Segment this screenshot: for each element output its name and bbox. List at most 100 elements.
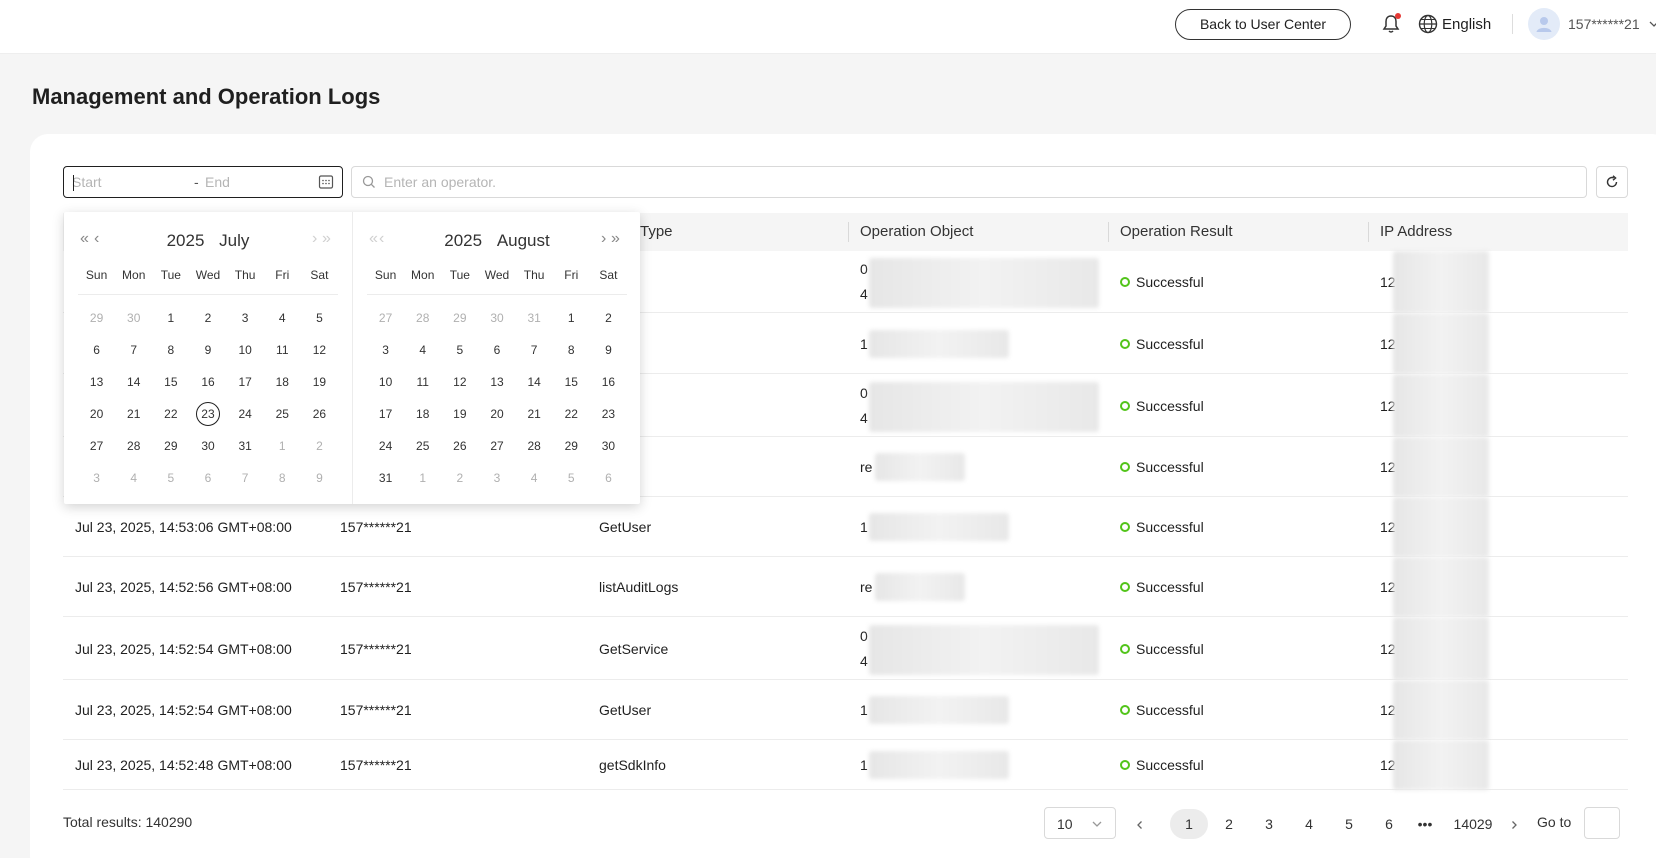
- calendar-day[interactable]: 7: [115, 334, 152, 366]
- calendar-day[interactable]: 6: [590, 462, 627, 494]
- page-4[interactable]: 4: [1290, 809, 1328, 839]
- calendar-day[interactable]: 7: [227, 462, 264, 494]
- calendar-day[interactable]: 15: [553, 366, 590, 398]
- calendar-day[interactable]: 4: [516, 462, 553, 494]
- calendar-day[interactable]: 10: [227, 334, 264, 366]
- calendar-day[interactable]: 27: [78, 430, 115, 462]
- next-page-icon[interactable]: [1504, 809, 1524, 839]
- goto-page-input[interactable]: [1584, 807, 1620, 839]
- calendar-day[interactable]: 26: [301, 398, 338, 430]
- calendar-day[interactable]: 4: [115, 462, 152, 494]
- calendar-month[interactable]: July: [219, 231, 249, 250]
- refresh-button[interactable]: [1596, 166, 1628, 198]
- calendar-day[interactable]: 6: [78, 334, 115, 366]
- calendar-day[interactable]: 2: [301, 430, 338, 462]
- calendar-day[interactable]: 5: [301, 302, 338, 334]
- calendar-day[interactable]: 30: [590, 430, 627, 462]
- calendar-day[interactable]: 11: [404, 366, 441, 398]
- next-month-icon[interactable]: ›: [312, 230, 318, 248]
- calendar-day[interactable]: 9: [590, 334, 627, 366]
- calendar-day[interactable]: 6: [189, 462, 226, 494]
- operator-search-input[interactable]: [384, 172, 1574, 192]
- next-month-icon[interactable]: ›: [601, 230, 607, 248]
- calendar-day[interactable]: 23: [590, 398, 627, 430]
- calendar-icon[interactable]: [318, 174, 334, 190]
- calendar-day[interactable]: 8: [264, 462, 301, 494]
- calendar-day[interactable]: 24: [367, 430, 404, 462]
- page-2[interactable]: 2: [1210, 809, 1248, 839]
- calendar-day[interactable]: 29: [441, 302, 478, 334]
- calendar-day[interactable]: 11: [264, 334, 301, 366]
- last-page[interactable]: 14029: [1448, 809, 1498, 839]
- calendar-day[interactable]: 19: [301, 366, 338, 398]
- calendar-day[interactable]: 31: [516, 302, 553, 334]
- calendar-day[interactable]: 1: [264, 430, 301, 462]
- calendar-day[interactable]: 1: [152, 302, 189, 334]
- calendar-day[interactable]: 25: [264, 398, 301, 430]
- operator-search[interactable]: [351, 166, 1587, 198]
- calendar-day[interactable]: 27: [478, 430, 515, 462]
- calendar-day[interactable]: 30: [189, 430, 226, 462]
- calendar-day[interactable]: 30: [115, 302, 152, 334]
- calendar-day[interactable]: 10: [367, 366, 404, 398]
- calendar-day[interactable]: 31: [227, 430, 264, 462]
- calendar-day[interactable]: 30: [478, 302, 515, 334]
- calendar-day[interactable]: 2: [441, 462, 478, 494]
- calendar-day[interactable]: 2: [189, 302, 226, 334]
- calendar-day[interactable]: 16: [189, 366, 226, 398]
- calendar-day[interactable]: 17: [367, 398, 404, 430]
- page-5[interactable]: 5: [1330, 809, 1368, 839]
- next-year-icon[interactable]: »: [611, 230, 620, 248]
- calendar-day[interactable]: 5: [553, 462, 590, 494]
- calendar-day[interactable]: 28: [404, 302, 441, 334]
- more-pages-ellipsis[interactable]: •••: [1410, 809, 1440, 839]
- calendar-day[interactable]: 20: [78, 398, 115, 430]
- calendar-day[interactable]: 24: [227, 398, 264, 430]
- page-size-select[interactable]: 10: [1044, 807, 1116, 839]
- calendar-day[interactable]: 25: [404, 430, 441, 462]
- calendar-day[interactable]: 18: [264, 366, 301, 398]
- calendar-day[interactable]: 3: [367, 334, 404, 366]
- calendar-day[interactable]: 9: [301, 462, 338, 494]
- calendar-day[interactable]: 28: [516, 430, 553, 462]
- user-menu[interactable]: 157******21: [1528, 8, 1656, 40]
- calendar-day[interactable]: 31: [367, 462, 404, 494]
- calendar-day[interactable]: 20: [478, 398, 515, 430]
- calendar-day[interactable]: 8: [553, 334, 590, 366]
- date-range-picker[interactable]: Start - End: [63, 166, 343, 198]
- calendar-day[interactable]: 3: [478, 462, 515, 494]
- page-1-active[interactable]: 1: [1170, 809, 1208, 839]
- calendar-day[interactable]: 12: [301, 334, 338, 366]
- calendar-day[interactable]: 18: [404, 398, 441, 430]
- calendar-day[interactable]: 4: [404, 334, 441, 366]
- calendar-month[interactable]: August: [497, 231, 550, 250]
- prev-page-icon[interactable]: [1130, 809, 1150, 839]
- language-switcher[interactable]: English: [1418, 12, 1491, 36]
- calendar-day[interactable]: 22: [152, 398, 189, 430]
- page-6[interactable]: 6: [1370, 809, 1408, 839]
- calendar-day[interactable]: 28: [115, 430, 152, 462]
- calendar-day[interactable]: 6: [478, 334, 515, 366]
- calendar-day-today[interactable]: 23: [189, 398, 226, 430]
- calendar-day[interactable]: 7: [516, 334, 553, 366]
- calendar-day[interactable]: 1: [553, 302, 590, 334]
- calendar-day[interactable]: 4: [264, 302, 301, 334]
- calendar-day[interactable]: 13: [78, 366, 115, 398]
- calendar-day[interactable]: 29: [553, 430, 590, 462]
- calendar-day[interactable]: 15: [152, 366, 189, 398]
- calendar-day[interactable]: 3: [227, 302, 264, 334]
- start-date-input[interactable]: Start: [72, 174, 102, 190]
- calendar-day[interactable]: 14: [115, 366, 152, 398]
- calendar-day[interactable]: 5: [152, 462, 189, 494]
- calendar-day[interactable]: 5: [441, 334, 478, 366]
- calendar-day[interactable]: 12: [441, 366, 478, 398]
- calendar-day[interactable]: 1: [404, 462, 441, 494]
- calendar-day[interactable]: 27: [367, 302, 404, 334]
- calendar-day[interactable]: 29: [152, 430, 189, 462]
- calendar-day[interactable]: 9: [189, 334, 226, 366]
- calendar-year[interactable]: 2025: [167, 231, 205, 250]
- calendar-day[interactable]: 16: [590, 366, 627, 398]
- calendar-day[interactable]: 19: [441, 398, 478, 430]
- calendar-day[interactable]: 21: [516, 398, 553, 430]
- calendar-day[interactable]: 13: [478, 366, 515, 398]
